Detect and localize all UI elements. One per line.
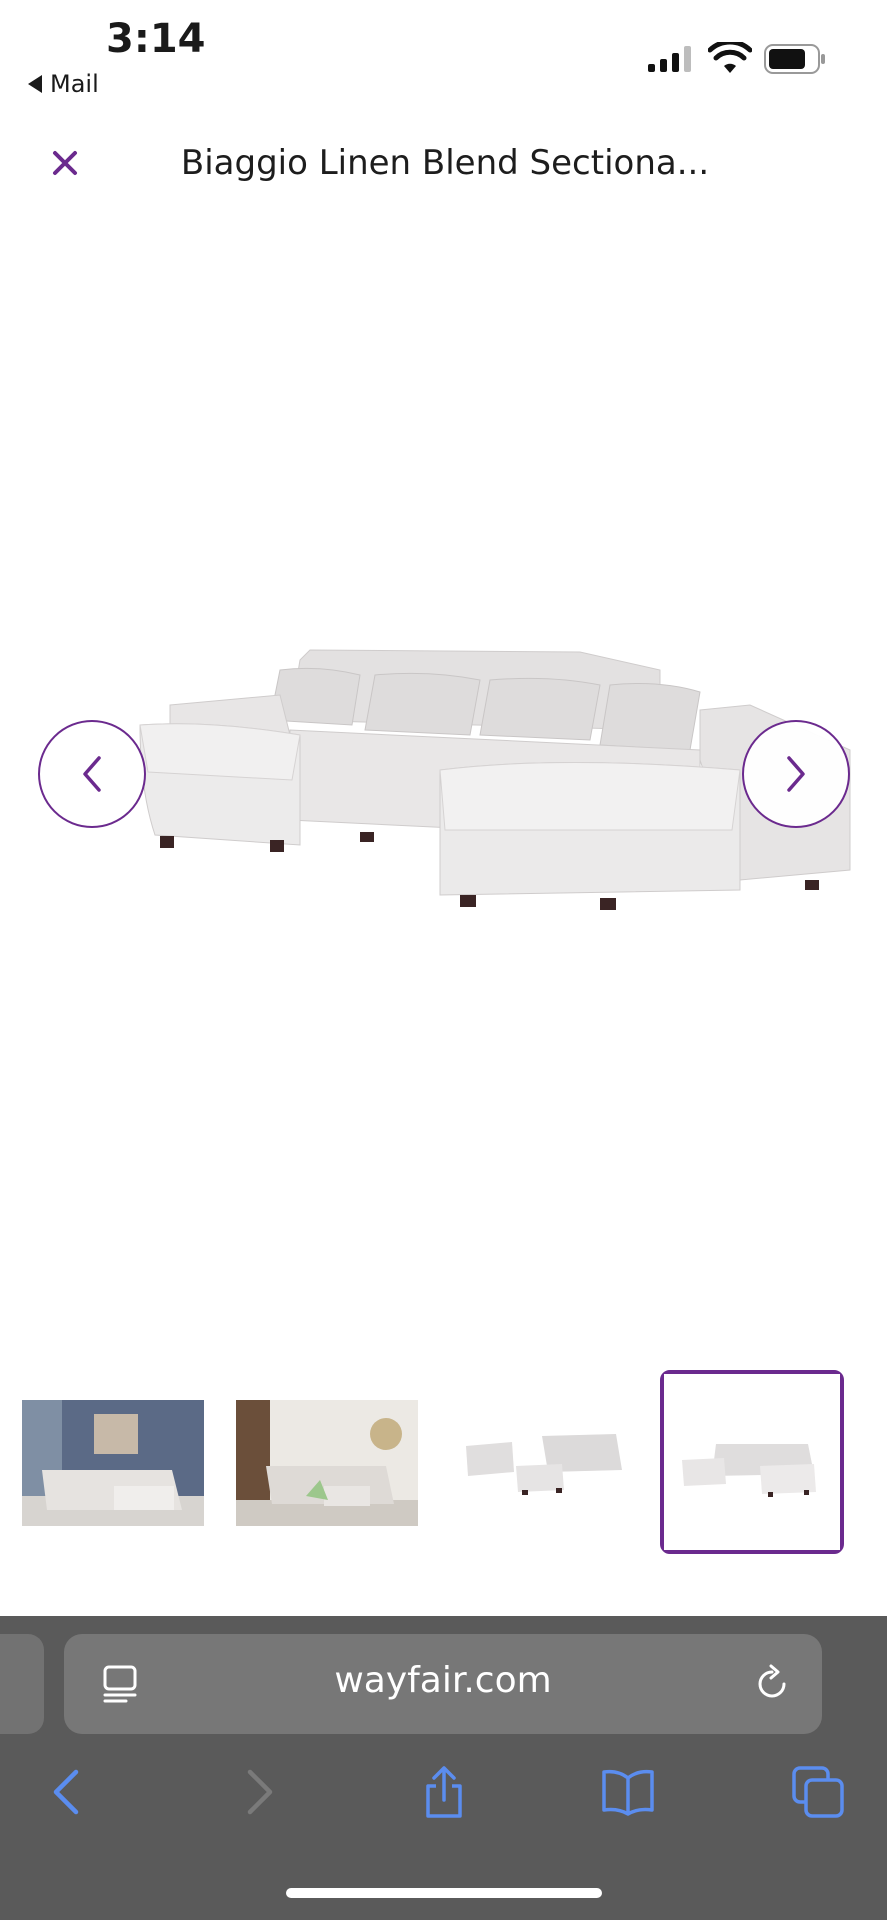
reload-icon[interactable] — [752, 1664, 792, 1704]
forward-arrow-icon[interactable] — [230, 1764, 286, 1820]
thumbnail-image — [664, 1374, 840, 1550]
previous-image-button[interactable] — [38, 720, 146, 828]
back-triangle-icon — [28, 75, 42, 93]
thumbnail-4-selected[interactable] — [660, 1370, 844, 1554]
cellular-signal-icon — [648, 46, 691, 72]
chevron-right-icon — [787, 756, 805, 792]
back-arrow-icon[interactable] — [40, 1764, 96, 1820]
previous-tab-peek[interactable] — [0, 1634, 44, 1734]
thumbnail-3[interactable] — [452, 1400, 634, 1526]
thumbnail-image — [452, 1400, 634, 1526]
back-app-label: Mail — [50, 70, 99, 98]
thumbnail-image — [22, 1400, 204, 1526]
home-indicator[interactable] — [286, 1888, 602, 1898]
battery-icon — [764, 44, 825, 74]
close-icon[interactable] — [46, 144, 84, 182]
sofa-product-image — [139, 649, 851, 910]
thumbnail-image — [236, 1400, 418, 1526]
page-title: Biaggio Linen Blend Sectiona... — [180, 143, 710, 183]
chevron-left-icon — [83, 756, 101, 792]
thumbnail-2[interactable] — [236, 1400, 418, 1526]
back-to-mail-link[interactable]: Mail — [28, 70, 99, 98]
bookmarks-icon[interactable] — [600, 1764, 656, 1820]
url-text[interactable]: wayfair.com — [64, 1660, 822, 1701]
thumbnail-1[interactable] — [22, 1400, 204, 1526]
share-icon[interactable] — [416, 1764, 472, 1820]
tabs-icon[interactable] — [790, 1764, 846, 1820]
wifi-icon — [708, 42, 752, 73]
status-time: 3:14 — [106, 16, 206, 62]
next-image-button[interactable] — [742, 720, 850, 828]
